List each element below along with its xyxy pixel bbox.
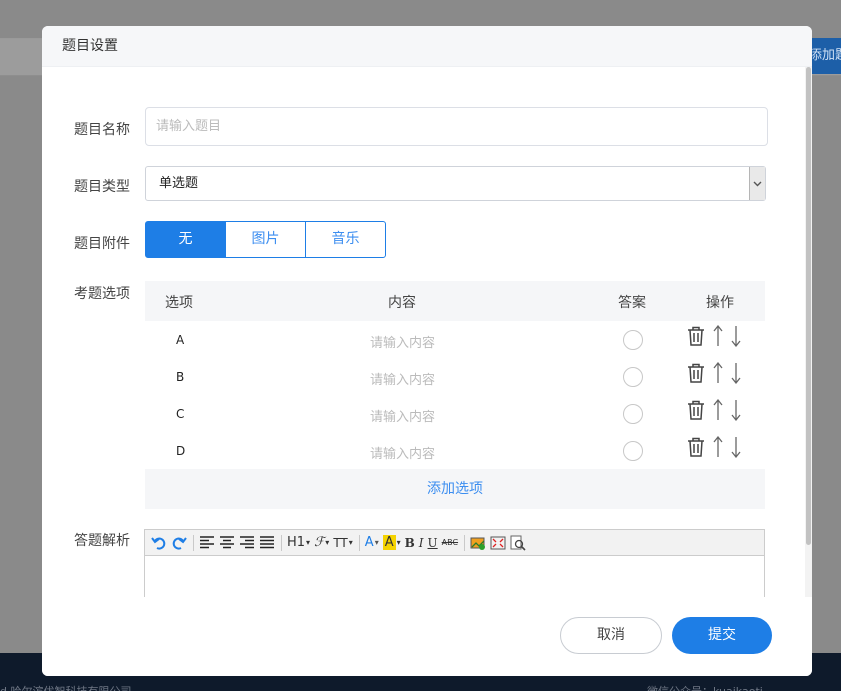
question-settings-dialog: 题目设置 题目名称 请输入题目 题目类型 单选题 题目附件 无 图片 音乐 考题…	[42, 26, 812, 676]
option-content-input[interactable]: 请输入内容	[370, 369, 435, 388]
question-type-select[interactable]: 单选题	[145, 166, 766, 201]
attachment-option-image[interactable]: 图片	[225, 221, 306, 258]
preview-icon[interactable]	[510, 533, 526, 553]
align-justify-icon[interactable]	[259, 533, 275, 553]
arrow-down-icon[interactable]	[731, 436, 741, 461]
editor-toolbar: H1 ▾ ℱ ▾ TT ▾ A ▾ A ▾ B I U ABC	[145, 530, 764, 556]
fullscreen-icon[interactable]	[490, 533, 506, 553]
italic-icon[interactable]: I	[419, 533, 424, 553]
option-content-input[interactable]: 请输入内容	[370, 443, 435, 462]
attachment-option-none[interactable]: 无	[145, 221, 226, 258]
question-type-label: 题目类型	[74, 179, 130, 195]
question-options-label: 考题选项	[74, 286, 130, 302]
header-answer: 答案	[618, 295, 646, 311]
submit-button[interactable]: 提交	[672, 617, 772, 654]
answer-radio[interactable]	[623, 330, 643, 350]
analysis-label: 答题解析	[74, 533, 130, 549]
cancel-button[interactable]: 取消	[560, 617, 662, 654]
option-row: C 请输入内容	[145, 395, 765, 432]
dialog-title: 题目设置	[42, 26, 812, 67]
answer-radio[interactable]	[623, 367, 643, 387]
insert-image-icon[interactable]	[470, 533, 486, 553]
option-actions	[687, 435, 749, 461]
header-action: 操作	[706, 295, 734, 311]
bold-icon[interactable]: B	[405, 533, 415, 553]
toolbar-divider	[464, 534, 466, 551]
toolbar-divider	[281, 534, 282, 551]
option-content-input[interactable]: 请输入内容	[370, 406, 435, 425]
question-attachment-label: 题目附件	[74, 236, 130, 252]
dialog-body: 题目名称 请输入题目 题目类型 单选题 题目附件 无 图片 音乐 考题选项 选项…	[42, 67, 812, 597]
chevron-down-icon[interactable]	[749, 167, 765, 200]
options-table: 选项 内容 答案 操作 A 请输入内容 B 请输入内容 C 请输入内容 D 请输…	[145, 281, 765, 509]
attachment-segmented-control: 无 图片 音乐	[145, 221, 386, 258]
font-size-label: TT	[333, 535, 348, 550]
font-family-icon[interactable]: ℱ ▾	[314, 533, 329, 553]
options-table-header: 选项 内容 答案 操作	[145, 281, 765, 321]
trash-icon[interactable]	[687, 400, 705, 423]
option-letter: B	[176, 370, 185, 384]
footer-company: d 哈尔滨优智科技有限公司	[0, 683, 131, 691]
font-size-dropdown[interactable]: TT ▾	[333, 533, 352, 553]
answer-radio[interactable]	[623, 404, 643, 424]
trash-icon[interactable]	[687, 363, 705, 386]
redo-icon[interactable]	[171, 533, 187, 553]
arrow-up-icon[interactable]	[713, 324, 723, 350]
highlight-color-icon[interactable]: A ▾	[382, 533, 401, 553]
font-color-icon[interactable]: A ▾	[365, 533, 379, 553]
strikethrough-icon[interactable]: ABC	[442, 533, 458, 553]
dialog-scrollbar-thumb[interactable]	[806, 67, 811, 545]
header-content: 内容	[388, 295, 416, 311]
trash-icon[interactable]	[687, 437, 705, 460]
heading-dropdown[interactable]: H1 ▾	[287, 533, 310, 553]
align-center-icon[interactable]	[219, 533, 235, 553]
underline-icon[interactable]: U	[428, 533, 438, 553]
question-name-input[interactable]: 请输入题目	[145, 107, 768, 146]
toolbar-divider	[358, 534, 360, 551]
option-letter: A	[176, 333, 185, 347]
arrow-up-icon[interactable]	[713, 361, 723, 387]
option-actions	[687, 324, 749, 350]
arrow-down-icon[interactable]	[731, 325, 741, 350]
option-actions	[687, 361, 749, 387]
arrow-up-icon[interactable]	[713, 435, 723, 461]
align-left-icon[interactable]	[199, 533, 215, 553]
option-row: A 请输入内容	[145, 321, 765, 358]
option-letter: C	[176, 407, 185, 421]
dialog-footer: 取消 提交	[42, 597, 812, 676]
trash-icon[interactable]	[687, 326, 705, 349]
arrow-down-icon[interactable]	[731, 362, 741, 387]
question-type-value: 单选题	[159, 176, 199, 191]
footer-wechat: 微信公众号：kuaikaoti	[647, 683, 763, 691]
option-row: D 请输入内容	[145, 432, 765, 469]
undo-icon[interactable]	[151, 533, 167, 553]
analysis-rich-editor: H1 ▾ ℱ ▾ TT ▾ A ▾ A ▾ B I U ABC	[144, 529, 765, 597]
question-name-label: 题目名称	[74, 122, 130, 138]
background-add-button[interactable]: 添加题	[807, 38, 841, 74]
answer-radio[interactable]	[623, 441, 643, 461]
align-right-icon[interactable]	[239, 533, 255, 553]
option-row: B 请输入内容	[145, 358, 765, 395]
heading-label: H1	[287, 535, 306, 550]
option-content-input[interactable]: 请输入内容	[370, 332, 435, 351]
toolbar-divider	[193, 534, 194, 551]
add-option-button[interactable]: 添加选项	[145, 469, 765, 509]
arrow-down-icon[interactable]	[731, 399, 741, 424]
option-letter: D	[176, 444, 186, 458]
header-option: 选项	[165, 295, 193, 311]
attachment-option-music[interactable]: 音乐	[305, 221, 386, 258]
arrow-up-icon[interactable]	[713, 398, 723, 424]
option-actions	[687, 398, 749, 424]
